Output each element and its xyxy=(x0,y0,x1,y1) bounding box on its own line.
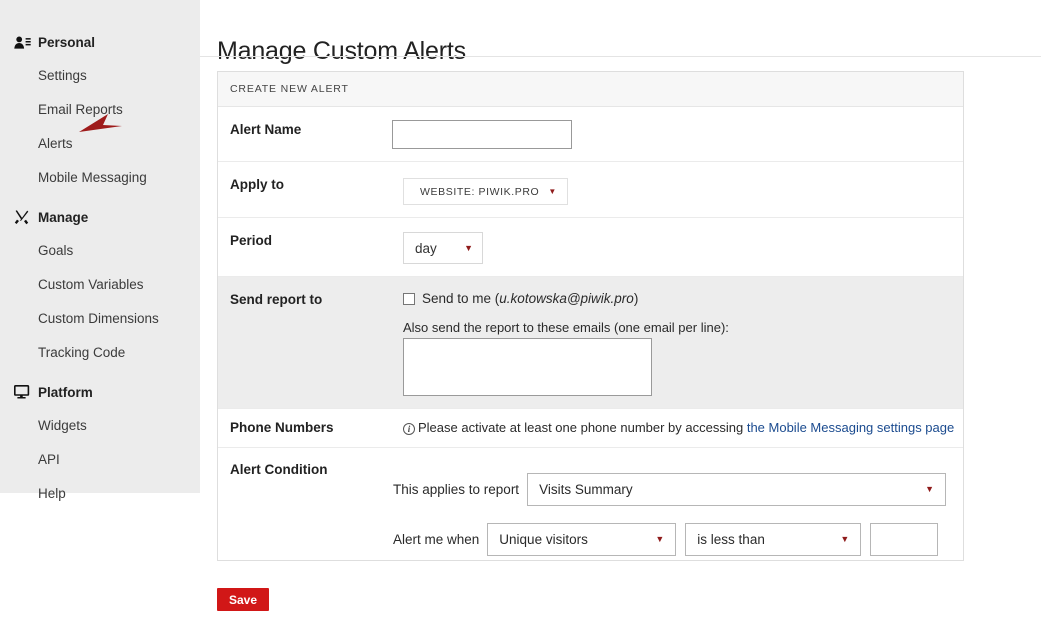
save-button[interactable]: Save xyxy=(217,588,269,611)
sidebar-item-settings[interactable]: Settings xyxy=(0,59,200,93)
person-add-icon xyxy=(14,34,34,50)
page-root: Personal Settings Email Reports Alerts M… xyxy=(0,0,1041,617)
row-apply-to: Apply to WEBSITE: PIWIK.PRO ▼ xyxy=(218,162,963,218)
report-select[interactable]: Visits Summary ▼ xyxy=(527,473,946,506)
label-alert-name: Alert Name xyxy=(218,107,387,161)
send-to-me-checkbox[interactable] xyxy=(403,293,415,305)
sidebar-item-api[interactable]: API xyxy=(0,443,200,477)
sidebar-item-tracking-code[interactable]: Tracking Code xyxy=(0,336,200,370)
sidebar-item-widgets[interactable]: Widgets xyxy=(0,409,200,443)
chevron-down-icon: ▼ xyxy=(925,485,934,494)
send-to-me-label: Send to me ( xyxy=(422,291,499,306)
chevron-down-icon: ▼ xyxy=(548,188,557,196)
report-select-value: Visits Summary xyxy=(539,482,633,497)
row-phone-numbers: Phone Numbers iPlease activate at least … xyxy=(218,409,963,448)
sidebar-item-custom-dimensions[interactable]: Custom Dimensions xyxy=(0,302,200,336)
sidebar-item-help[interactable]: Help xyxy=(0,477,200,511)
phone-note-text: Please activate at least one phone numbe… xyxy=(418,420,747,435)
period-select[interactable]: day ▼ xyxy=(403,232,483,264)
sidebar-group-personal: Personal xyxy=(0,25,200,59)
condition-metric-line: Alert me when Unique visitors ▼ is less … xyxy=(387,523,963,556)
sidebar-item-mobile-messaging[interactable]: Mobile Messaging xyxy=(0,161,200,195)
sidebar-group-manage: Manage xyxy=(0,200,200,234)
comparison-select[interactable]: is less than ▼ xyxy=(685,523,861,556)
send-to-me-email: u.kotowska@piwik.pro xyxy=(499,291,634,306)
additional-emails-textarea[interactable] xyxy=(403,338,652,396)
label-alert-condition: Alert Condition xyxy=(218,448,387,560)
info-icon: i xyxy=(403,423,415,435)
sidebar-group-label: Personal xyxy=(38,35,95,50)
main-content: Manage Custom Alerts CREATE NEW ALERT Al… xyxy=(200,0,1041,617)
title-divider xyxy=(200,56,1041,57)
site-selector-value: WEBSITE: PIWIK.PRO xyxy=(420,186,539,198)
sidebar-item-alerts[interactable]: Alerts xyxy=(0,127,200,161)
monitor-icon xyxy=(14,384,34,400)
metric-select[interactable]: Unique visitors ▼ xyxy=(487,523,676,556)
alert-name-input[interactable] xyxy=(392,120,572,149)
sidebar-item-goals[interactable]: Goals xyxy=(0,234,200,268)
metric-prefix-label: Alert me when xyxy=(393,532,479,547)
panel-section-title: CREATE NEW ALERT xyxy=(218,72,963,107)
create-alert-panel: CREATE NEW ALERT Alert Name Apply to WEB… xyxy=(217,71,964,561)
sidebar-group-label: Platform xyxy=(38,385,93,400)
label-phone-numbers: Phone Numbers xyxy=(218,409,387,447)
mobile-messaging-settings-link[interactable]: the Mobile Messaging settings page xyxy=(747,420,954,435)
period-select-value: day xyxy=(415,241,437,256)
row-send-report-to: Send report to Send to me (u.kotowska@pi… xyxy=(218,277,963,409)
chevron-down-icon: ▼ xyxy=(655,535,664,544)
condition-report-line: This applies to report Visits Summary ▼ xyxy=(387,473,963,506)
label-apply-to: Apply to xyxy=(218,162,387,217)
site-selector-button[interactable]: WEBSITE: PIWIK.PRO ▼ xyxy=(403,178,568,205)
chevron-down-icon: ▼ xyxy=(840,535,849,544)
chevron-down-icon: ▼ xyxy=(464,244,473,253)
page-title: Manage Custom Alerts xyxy=(217,37,466,66)
label-period: Period xyxy=(218,218,387,276)
row-alert-name: Alert Name xyxy=(218,107,963,162)
send-to-me-row[interactable]: Send to me (u.kotowska@piwik.pro) xyxy=(403,291,953,306)
tools-icon xyxy=(14,209,34,225)
additional-emails-label: Also send the report to these emails (on… xyxy=(403,320,953,335)
report-prefix-label: This applies to report xyxy=(393,482,519,497)
phone-numbers-note: iPlease activate at least one phone numb… xyxy=(403,420,954,435)
sidebar-item-email-reports[interactable]: Email Reports xyxy=(0,93,200,127)
row-alert-condition: Alert Condition This applies to report V… xyxy=(218,448,963,560)
sidebar: Personal Settings Email Reports Alerts M… xyxy=(0,0,200,493)
metric-select-value: Unique visitors xyxy=(499,532,588,547)
sidebar-group-platform: Platform xyxy=(0,375,200,409)
sidebar-item-custom-variables[interactable]: Custom Variables xyxy=(0,268,200,302)
row-period: Period day ▼ xyxy=(218,218,963,277)
comparison-select-value: is less than xyxy=(697,532,765,547)
send-to-me-label-end: ) xyxy=(634,291,639,306)
label-send-report-to: Send report to xyxy=(218,277,387,408)
threshold-value-input[interactable] xyxy=(870,523,938,556)
sidebar-group-label: Manage xyxy=(38,210,88,225)
